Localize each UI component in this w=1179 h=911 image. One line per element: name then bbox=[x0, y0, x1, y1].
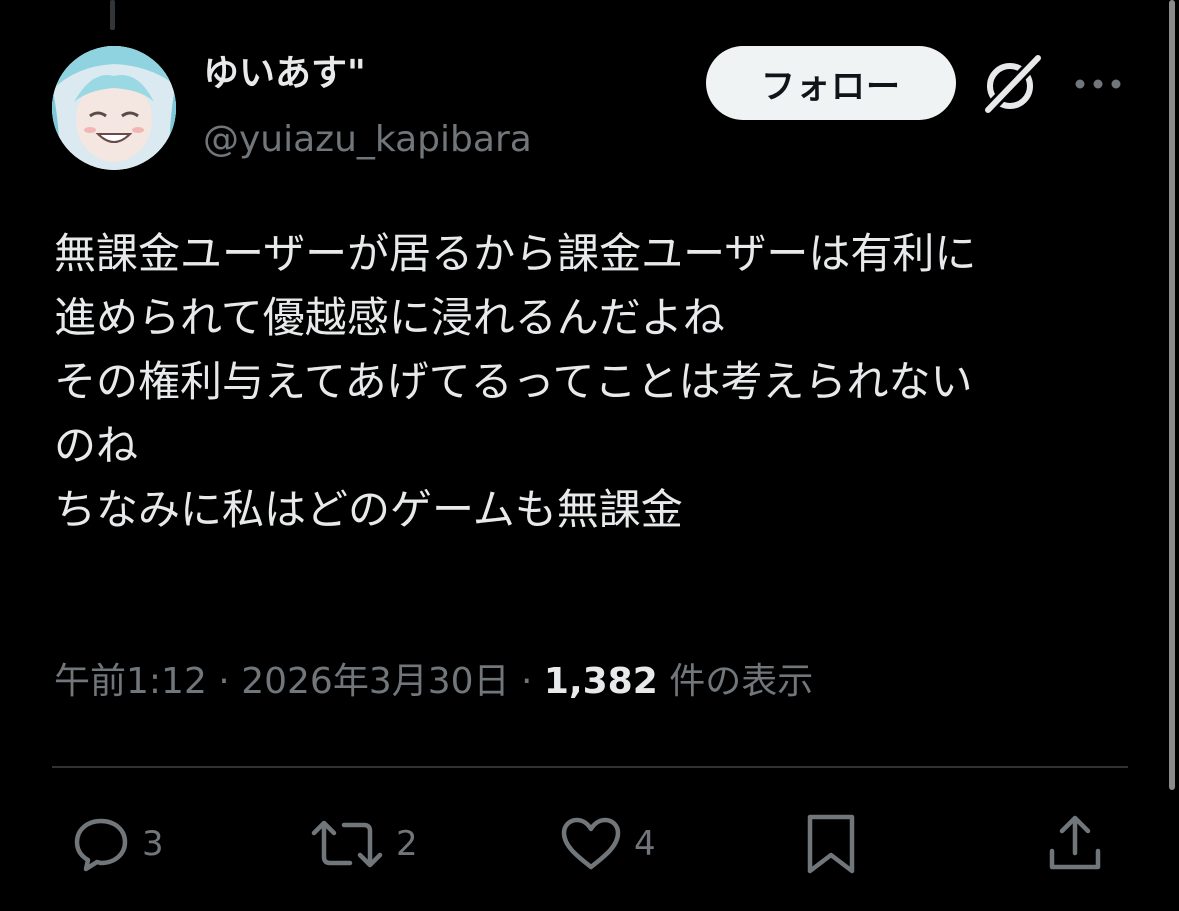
reply-icon bbox=[74, 818, 128, 872]
meta-separator: · bbox=[521, 661, 533, 702]
post-metadata: 午前1:12 · 2026年3月30日 · 1,382 件の表示 bbox=[54, 656, 813, 708]
repost-count: 2 bbox=[396, 824, 418, 864]
repost-button[interactable]: 2 bbox=[308, 812, 418, 876]
post-text-line: その権利与えてあげてるってことは考えられない bbox=[54, 357, 973, 406]
scrollbar[interactable] bbox=[1169, 0, 1175, 790]
thread-connector-line bbox=[110, 0, 115, 30]
post-time[interactable]: 午前1:12 bbox=[54, 661, 207, 702]
like-count: 4 bbox=[634, 824, 656, 864]
divider bbox=[52, 766, 1128, 768]
post-date[interactable]: 2026年3月30日 bbox=[241, 661, 509, 702]
meta-separator: · bbox=[218, 661, 230, 702]
grok-icon[interactable] bbox=[980, 52, 1044, 116]
author-display-name[interactable]: ゆいあす" bbox=[203, 52, 366, 96]
share-button[interactable] bbox=[1044, 812, 1106, 876]
bookmark-icon bbox=[807, 814, 855, 874]
post-text-line: 進められて優越感に浸れるんだよね bbox=[54, 293, 725, 342]
heart-icon bbox=[561, 817, 621, 870]
author-handle[interactable]: @yuiazu_kapibara bbox=[203, 118, 532, 162]
reply-count: 3 bbox=[142, 824, 164, 864]
avatar-image bbox=[52, 46, 176, 170]
post-text-line: ちなみに私はどのゲームも無課金 bbox=[54, 485, 683, 534]
views-count: 1,382 bbox=[543, 661, 658, 702]
follow-button[interactable]: フォロー bbox=[706, 46, 956, 120]
post-text: 無課金ユーザーが居るから課金ユーザーは有利に 進められて優越感に浸れるんだよね … bbox=[54, 222, 1134, 542]
repost-icon bbox=[311, 820, 383, 868]
reply-button[interactable]: 3 bbox=[70, 812, 164, 876]
views-label: 件の表示 bbox=[669, 661, 814, 702]
share-icon bbox=[1049, 815, 1101, 870]
more-icon[interactable] bbox=[1072, 66, 1124, 102]
post-text-line: のね bbox=[54, 421, 139, 470]
bookmark-button[interactable] bbox=[802, 812, 860, 876]
like-button[interactable]: 4 bbox=[558, 812, 656, 876]
post-text-line: 無課金ユーザーが居るから課金ユーザーは有利に bbox=[54, 229, 977, 278]
avatar[interactable] bbox=[52, 46, 176, 170]
